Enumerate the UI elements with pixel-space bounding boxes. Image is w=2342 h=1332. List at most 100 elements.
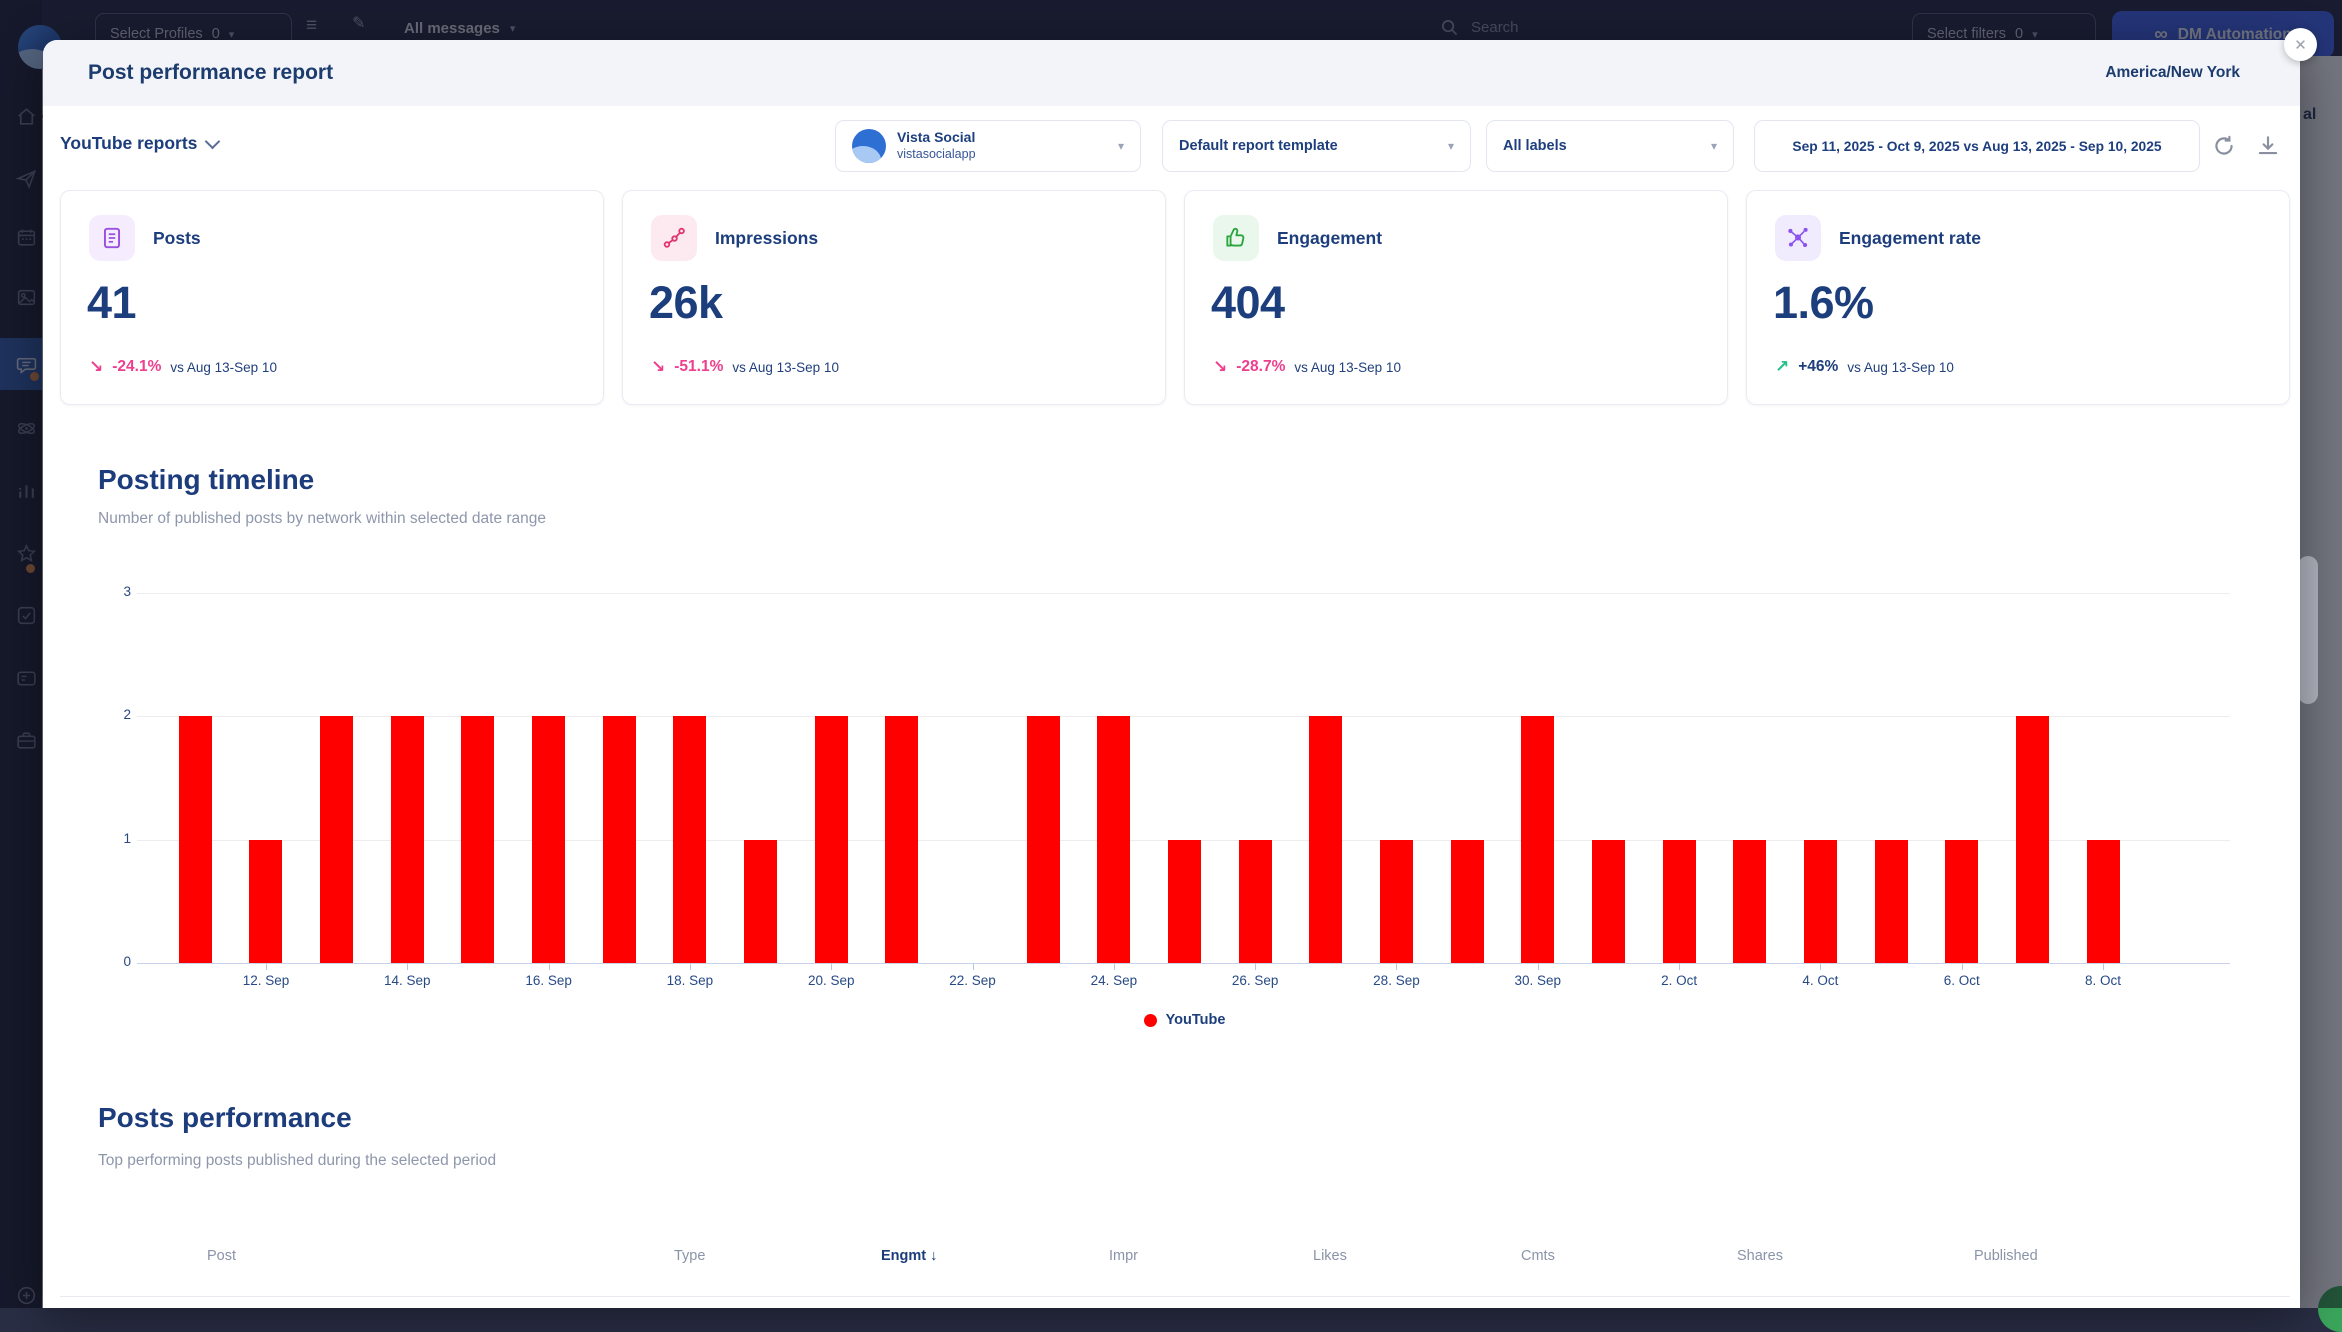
stat-value: 26k [649,277,723,329]
trend-up-icon: ↗ [1775,357,1789,377]
share-nodes-icon [651,215,697,261]
scrollbar-thumb[interactable] [2298,556,2318,704]
bar-3. Oct [1733,840,1766,963]
bar-8. Oct [2087,840,2120,963]
stat-card-posts: Posts 41 ↘ -24.1% vs Aug 13-Sep 10 [60,190,604,405]
stat-label: Impressions [715,215,818,261]
bar-4. Oct [1804,840,1837,963]
chevron-down-icon [205,134,221,150]
x-axis-label: 4. Oct [1760,973,1880,988]
date-range-picker[interactable]: Sep 11, 2025 - Oct 9, 2025 vs Aug 13, 20… [1754,120,2200,172]
sort-down-icon: ↓ [930,1248,937,1264]
x-axis-tick [1679,963,1680,970]
document-icon [89,215,135,261]
stat-value: 404 [1211,277,1285,329]
gridline-y2 [137,716,2230,717]
report-template-select[interactable]: Default report template ▾ [1162,120,1471,172]
x-axis-tick [1820,963,1821,970]
download-icon[interactable] [2255,133,2281,159]
thumbs-up-icon [1213,215,1259,261]
trend-down-icon: ↘ [1213,357,1227,377]
x-axis-label: 2. Oct [1619,973,1739,988]
x-axis-tick [1396,963,1397,970]
gridline-y0 [137,963,2230,964]
stat-delta: -51.1% [674,358,723,376]
bar-18. Sep [673,716,706,963]
bar-23. Sep [1027,716,1060,963]
bar-21. Sep [885,716,918,963]
post-performance-report-modal: Post performance report America/New York… [43,40,2300,1308]
x-axis-tick [549,963,550,970]
bar-30. Sep [1521,716,1554,963]
bar-17. Sep [603,716,636,963]
x-axis-label: 28. Sep [1336,973,1456,988]
x-axis-tick [1255,963,1256,970]
posting-timeline-subtitle: Number of published posts by network wit… [98,510,546,528]
report-template-value: Default report template [1179,138,1338,154]
x-axis-tick [407,963,408,970]
y-axis-label: 2 [83,707,131,722]
x-axis-tick [690,963,691,970]
profile-avatar [852,129,886,163]
close-button[interactable]: ✕ [2284,28,2317,61]
bar-24. Sep [1097,716,1130,963]
report-type-dropdown[interactable]: YouTube reports [60,133,218,154]
stat-card-engagement-rate: Engagement rate 1.6% ↗ +46% vs Aug 13-Se… [1746,190,2290,405]
refresh-icon[interactable] [2211,133,2237,159]
chart-legend[interactable]: YouTube [160,1012,2209,1028]
profile-name: Vista Social [897,129,976,147]
bar-26. Sep [1239,840,1272,963]
x-axis-label: 18. Sep [630,973,750,988]
column-header-type[interactable]: Type [674,1248,705,1264]
modal-title: Post performance report [88,40,333,106]
bar-2. Oct [1663,840,1696,963]
labels-select[interactable]: All labels ▾ [1486,120,1734,172]
column-header-engmt[interactable]: Engmt ↓ [881,1248,937,1264]
network-icon [1775,215,1821,261]
column-header-cmts[interactable]: Cmts [1521,1248,1555,1264]
stat-compare: vs Aug 13-Sep 10 [732,360,839,375]
column-header-published[interactable]: Published [1974,1248,2038,1264]
gridline-y3 [137,593,2230,594]
report-type-label: YouTube reports [60,133,197,154]
stat-delta: -24.1% [112,358,161,376]
stat-label: Engagement rate [1839,215,1981,261]
legend-label: YouTube [1166,1012,1226,1028]
x-axis-tick [2103,963,2104,970]
bar-27. Sep [1309,716,1342,963]
stat-label: Engagement [1277,215,1382,261]
dropdown-triangle-icon: ▾ [1448,139,1454,153]
table-divider [60,1296,2290,1297]
column-header-shares[interactable]: Shares [1737,1248,1783,1264]
bar-5. Oct [1875,840,1908,963]
stat-label: Posts [153,215,201,261]
stat-value: 41 [87,277,136,329]
stat-delta: -28.7% [1236,358,1285,376]
x-axis-tick [266,963,267,970]
x-axis-label: 24. Sep [1054,973,1174,988]
bar-25. Sep [1168,840,1201,963]
bar-11. Sep [179,716,212,963]
bar-7. Oct [2016,716,2049,963]
bar-13. Sep [320,716,353,963]
bar-14. Sep [391,716,424,963]
dropdown-triangle-icon: ▾ [1711,139,1717,153]
trend-down-icon: ↘ [89,357,103,377]
stat-compare: vs Aug 13-Sep 10 [1847,360,1954,375]
column-header-likes[interactable]: Likes [1313,1248,1347,1264]
profile-handle: vistasocialapp [897,147,976,163]
trend-down-icon: ↘ [651,357,665,377]
bar-12. Sep [249,840,282,963]
column-header-post[interactable]: Post [207,1248,236,1264]
posts-performance-title: Posts performance [98,1102,352,1134]
x-axis-label: 16. Sep [489,973,609,988]
column-header-impr[interactable]: Impr [1109,1248,1138,1264]
x-axis-label: 12. Sep [206,973,326,988]
stat-card-impressions: Impressions 26k ↘ -51.1% vs Aug 13-Sep 1… [622,190,1166,405]
profile-select[interactable]: Vista Social vistasocialapp ▾ [835,120,1141,172]
x-axis-label: 22. Sep [913,973,1033,988]
x-axis-label: 20. Sep [771,973,891,988]
x-axis-tick [1538,963,1539,970]
legend-dot-youtube [1144,1014,1157,1027]
x-axis-label: 30. Sep [1478,973,1598,988]
